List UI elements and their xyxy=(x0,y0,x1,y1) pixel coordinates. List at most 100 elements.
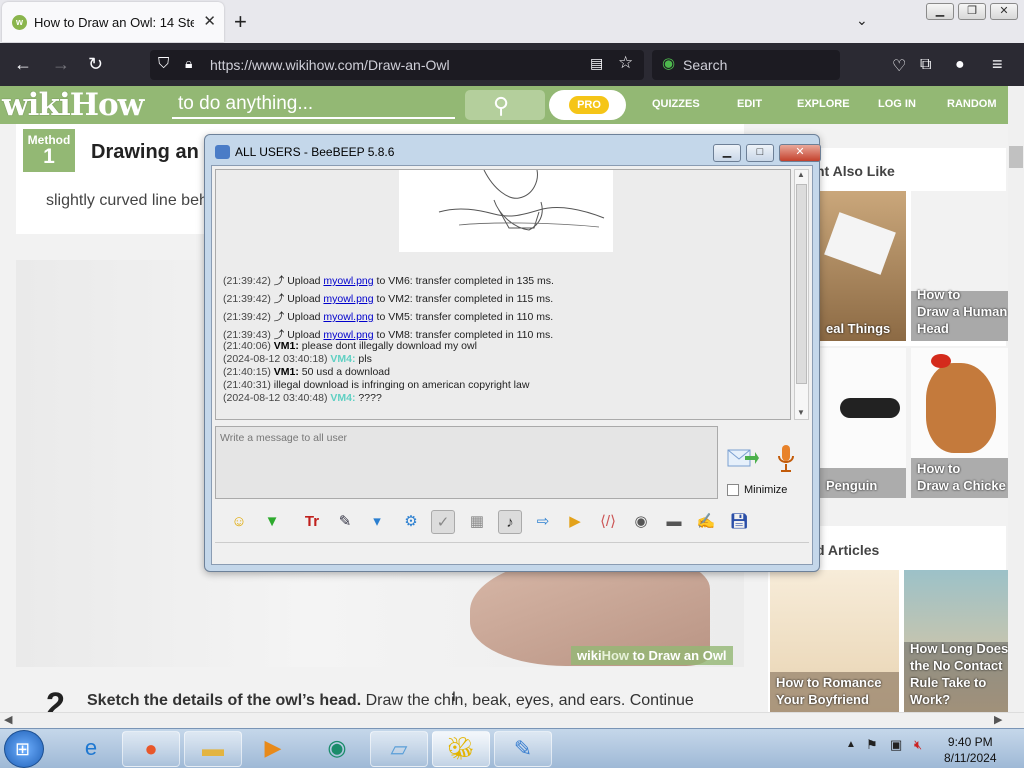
chat-line: (21:39:42) ⤴ Upload myowl.png to VM6: tr… xyxy=(223,275,554,287)
internet-explorer-icon[interactable]: e xyxy=(62,731,120,767)
media-player-icon[interactable]: ▶ xyxy=(244,731,302,767)
thumb-romance-boyfriend[interactable]: How to Romance Your Boyfriend xyxy=(770,570,899,712)
chat-line: (21:39:42) ⤴ Upload myowl.png to VM5: tr… xyxy=(223,311,554,323)
scroll-left-icon[interactable]: ◀ xyxy=(4,713,12,726)
settings-gear-icon[interactable]: ⚙ xyxy=(399,510,423,534)
extensions-icon[interactable]: ⧉ xyxy=(920,56,931,74)
new-tab-button[interactable]: + xyxy=(234,9,247,35)
scroll-down-icon[interactable]: ▼ xyxy=(797,408,805,417)
restore-window-button[interactable]: ❐ xyxy=(958,3,986,20)
send-message-icon[interactable] xyxy=(727,446,759,470)
browser-tab-bar: w How to Draw an Owl: 14 Steps ✕ + ⌄ ▁ ❐… xyxy=(0,0,1024,43)
dialog-minimize-button[interactable]: ▁ xyxy=(713,144,741,162)
pocket-icon[interactable]: ♡ xyxy=(892,56,906,76)
reader-view-icon[interactable]: ▤ xyxy=(590,55,603,72)
search-box[interactable] xyxy=(652,50,840,80)
page-horizontal-scrollbar[interactable]: ◀ ▶ xyxy=(0,712,1024,728)
firefox-icon[interactable]: ● xyxy=(122,731,180,767)
emoticon-icon[interactable]: ☺ xyxy=(227,510,251,534)
bookmark-star-icon[interactable]: ☆ xyxy=(618,53,633,73)
extension-badge-icon[interactable]: ● xyxy=(955,56,965,74)
chat-history: (21:39:42) ⤴ Upload myowl.png to VM6: tr… xyxy=(215,169,791,420)
font-icon[interactable]: Tr xyxy=(300,510,324,534)
clear-chat-icon[interactable]: ▬ xyxy=(662,510,686,534)
thumb-no-contact-rule[interactable]: How Long Does the No Contact Rule Take t… xyxy=(904,570,1008,712)
reload-icon[interactable]: ↻ xyxy=(88,54,103,75)
autocomplete-icon[interactable]: ▦ xyxy=(465,510,489,534)
pro-button[interactable]: PRO xyxy=(549,90,626,120)
forward-icon[interactable]: → xyxy=(52,54,70,75)
spellcheck-icon[interactable]: ✓ xyxy=(431,510,455,534)
network-icon[interactable]: ▣ xyxy=(890,737,902,753)
green-arrow-icon[interactable]: ▼ xyxy=(260,510,284,534)
file-link[interactable]: myowl.png xyxy=(323,275,373,287)
thumb-real-things[interactable]: eal Things xyxy=(820,191,906,341)
minimize-checkbox[interactable] xyxy=(727,484,739,496)
notepad-icon[interactable]: ▱ xyxy=(370,731,428,767)
thumb-penguin[interactable]: Penguin xyxy=(820,348,906,498)
system-clock[interactable]: 9:40 PM 8/11/2024 xyxy=(944,734,997,766)
thumb-draw-chicken[interactable]: How to Draw a Chicke xyxy=(911,348,1008,498)
browser-tab[interactable]: w How to Draw an Owl: 14 Steps ✕ xyxy=(2,2,224,42)
volume-muted-icon[interactable]: 🔇︎ xyxy=(914,737,922,753)
url-text[interactable]: https://www.wikihow.com/Draw-an-Owl xyxy=(210,57,450,73)
chat-message: (21:40:15) VM1: 50 usd a download xyxy=(223,366,390,378)
dialog-close-button[interactable]: ✕ xyxy=(779,144,821,162)
nav-edit[interactable]: EDIT xyxy=(737,98,762,110)
chat-line: (21:39:42) ⤴ Upload myowl.png to VM2: tr… xyxy=(223,293,554,305)
step-number: 2 xyxy=(46,686,65,712)
color-palette-icon[interactable]: ✎ xyxy=(333,510,357,534)
file-link[interactable]: myowl.png xyxy=(323,311,373,323)
edit-note-icon[interactable]: ✍ xyxy=(694,510,718,534)
send-file-icon[interactable]: ⇨ xyxy=(531,510,555,534)
method-badge: Method 1 xyxy=(23,129,75,172)
thumb-draw-human-head[interactable]: How to Draw a Human Head xyxy=(911,191,1008,341)
paint-icon[interactable]: ✎ xyxy=(494,731,552,767)
screenshot-icon[interactable]: ◉ xyxy=(629,510,653,534)
sound-icon[interactable]: ♪ xyxy=(498,510,522,534)
save-icon[interactable]: 💾︎ xyxy=(727,510,751,534)
flag-icon[interactable]: ⚑ xyxy=(866,737,878,753)
dialog-maximize-button[interactable]: □ xyxy=(746,144,774,162)
wikihow-search-input[interactable]: to do anything... xyxy=(178,93,313,115)
scroll-right-icon[interactable]: ▶ xyxy=(994,713,1002,726)
method-title: Drawing an xyxy=(91,141,199,163)
start-button[interactable]: ⊞ xyxy=(4,730,44,768)
scroll-up-icon[interactable]: ▲ xyxy=(797,170,805,179)
nav-explore[interactable]: EXPLORE xyxy=(797,98,850,110)
windows-taskbar: ⊞ e ● ▬ ▶ ◉ ▱ 🐝︎ ✎ ▲ ⚑ ▣ 🔇︎ 9:40 PM 8/11… xyxy=(0,728,1024,768)
nav-quizzes[interactable]: QUIZZES xyxy=(652,98,700,110)
page-vertical-scrollbar[interactable] xyxy=(1008,86,1024,712)
dialog-title: ALL USERS - BeeBEEP 5.8.6 xyxy=(235,145,395,159)
clock-date: 8/11/2024 xyxy=(944,751,997,765)
shield-icon[interactable]: ⛉ xyxy=(158,55,169,72)
microphone-icon[interactable] xyxy=(776,444,796,474)
code-icon[interactable]: ⟨/⟩ xyxy=(596,510,620,534)
list-all-tabs-icon[interactable]: ⌄ xyxy=(856,12,868,29)
wikihow-logo[interactable]: wikiHow xyxy=(2,87,144,123)
nav-random[interactable]: RANDOM xyxy=(947,98,997,110)
close-window-button[interactable]: ✕ xyxy=(990,3,1018,20)
chat-scrollbar[interactable]: ▲ ▼ xyxy=(794,169,809,420)
nav-login[interactable]: LOG IN xyxy=(878,98,916,110)
send-folder-icon[interactable]: ▶ xyxy=(563,510,587,534)
beebeep-taskbar-icon[interactable]: 🐝︎ xyxy=(432,731,490,767)
filter-icon[interactable]: ▾ xyxy=(365,510,389,534)
wikihow-search-button[interactable]: ⚲ xyxy=(465,90,545,120)
file-explorer-icon[interactable]: ▬ xyxy=(184,731,242,767)
lock-icon[interactable]: 🔒︎ xyxy=(185,55,192,72)
page-scroll-thumb[interactable] xyxy=(1009,146,1023,168)
message-input[interactable]: Write a message to all user xyxy=(215,426,718,499)
close-tab-icon[interactable]: ✕ xyxy=(203,12,216,30)
step-text: slightly curved line beh xyxy=(46,192,208,209)
file-link[interactable]: myowl.png xyxy=(323,293,373,305)
back-icon[interactable]: ← xyxy=(14,54,32,75)
menu-icon[interactable]: ≡ xyxy=(992,54,1003,75)
text-cursor-icon: I xyxy=(452,688,456,704)
chat-scroll-thumb[interactable] xyxy=(796,184,807,384)
app-globe-icon[interactable]: ◉ xyxy=(308,731,366,767)
minimize-window-button[interactable]: ▁ xyxy=(926,3,954,20)
pro-badge: PRO xyxy=(569,96,609,114)
show-hidden-icons-icon[interactable]: ▲ xyxy=(846,739,856,750)
chat-message: (2024-08-12 03:40:18) VM4: pls xyxy=(223,353,372,365)
